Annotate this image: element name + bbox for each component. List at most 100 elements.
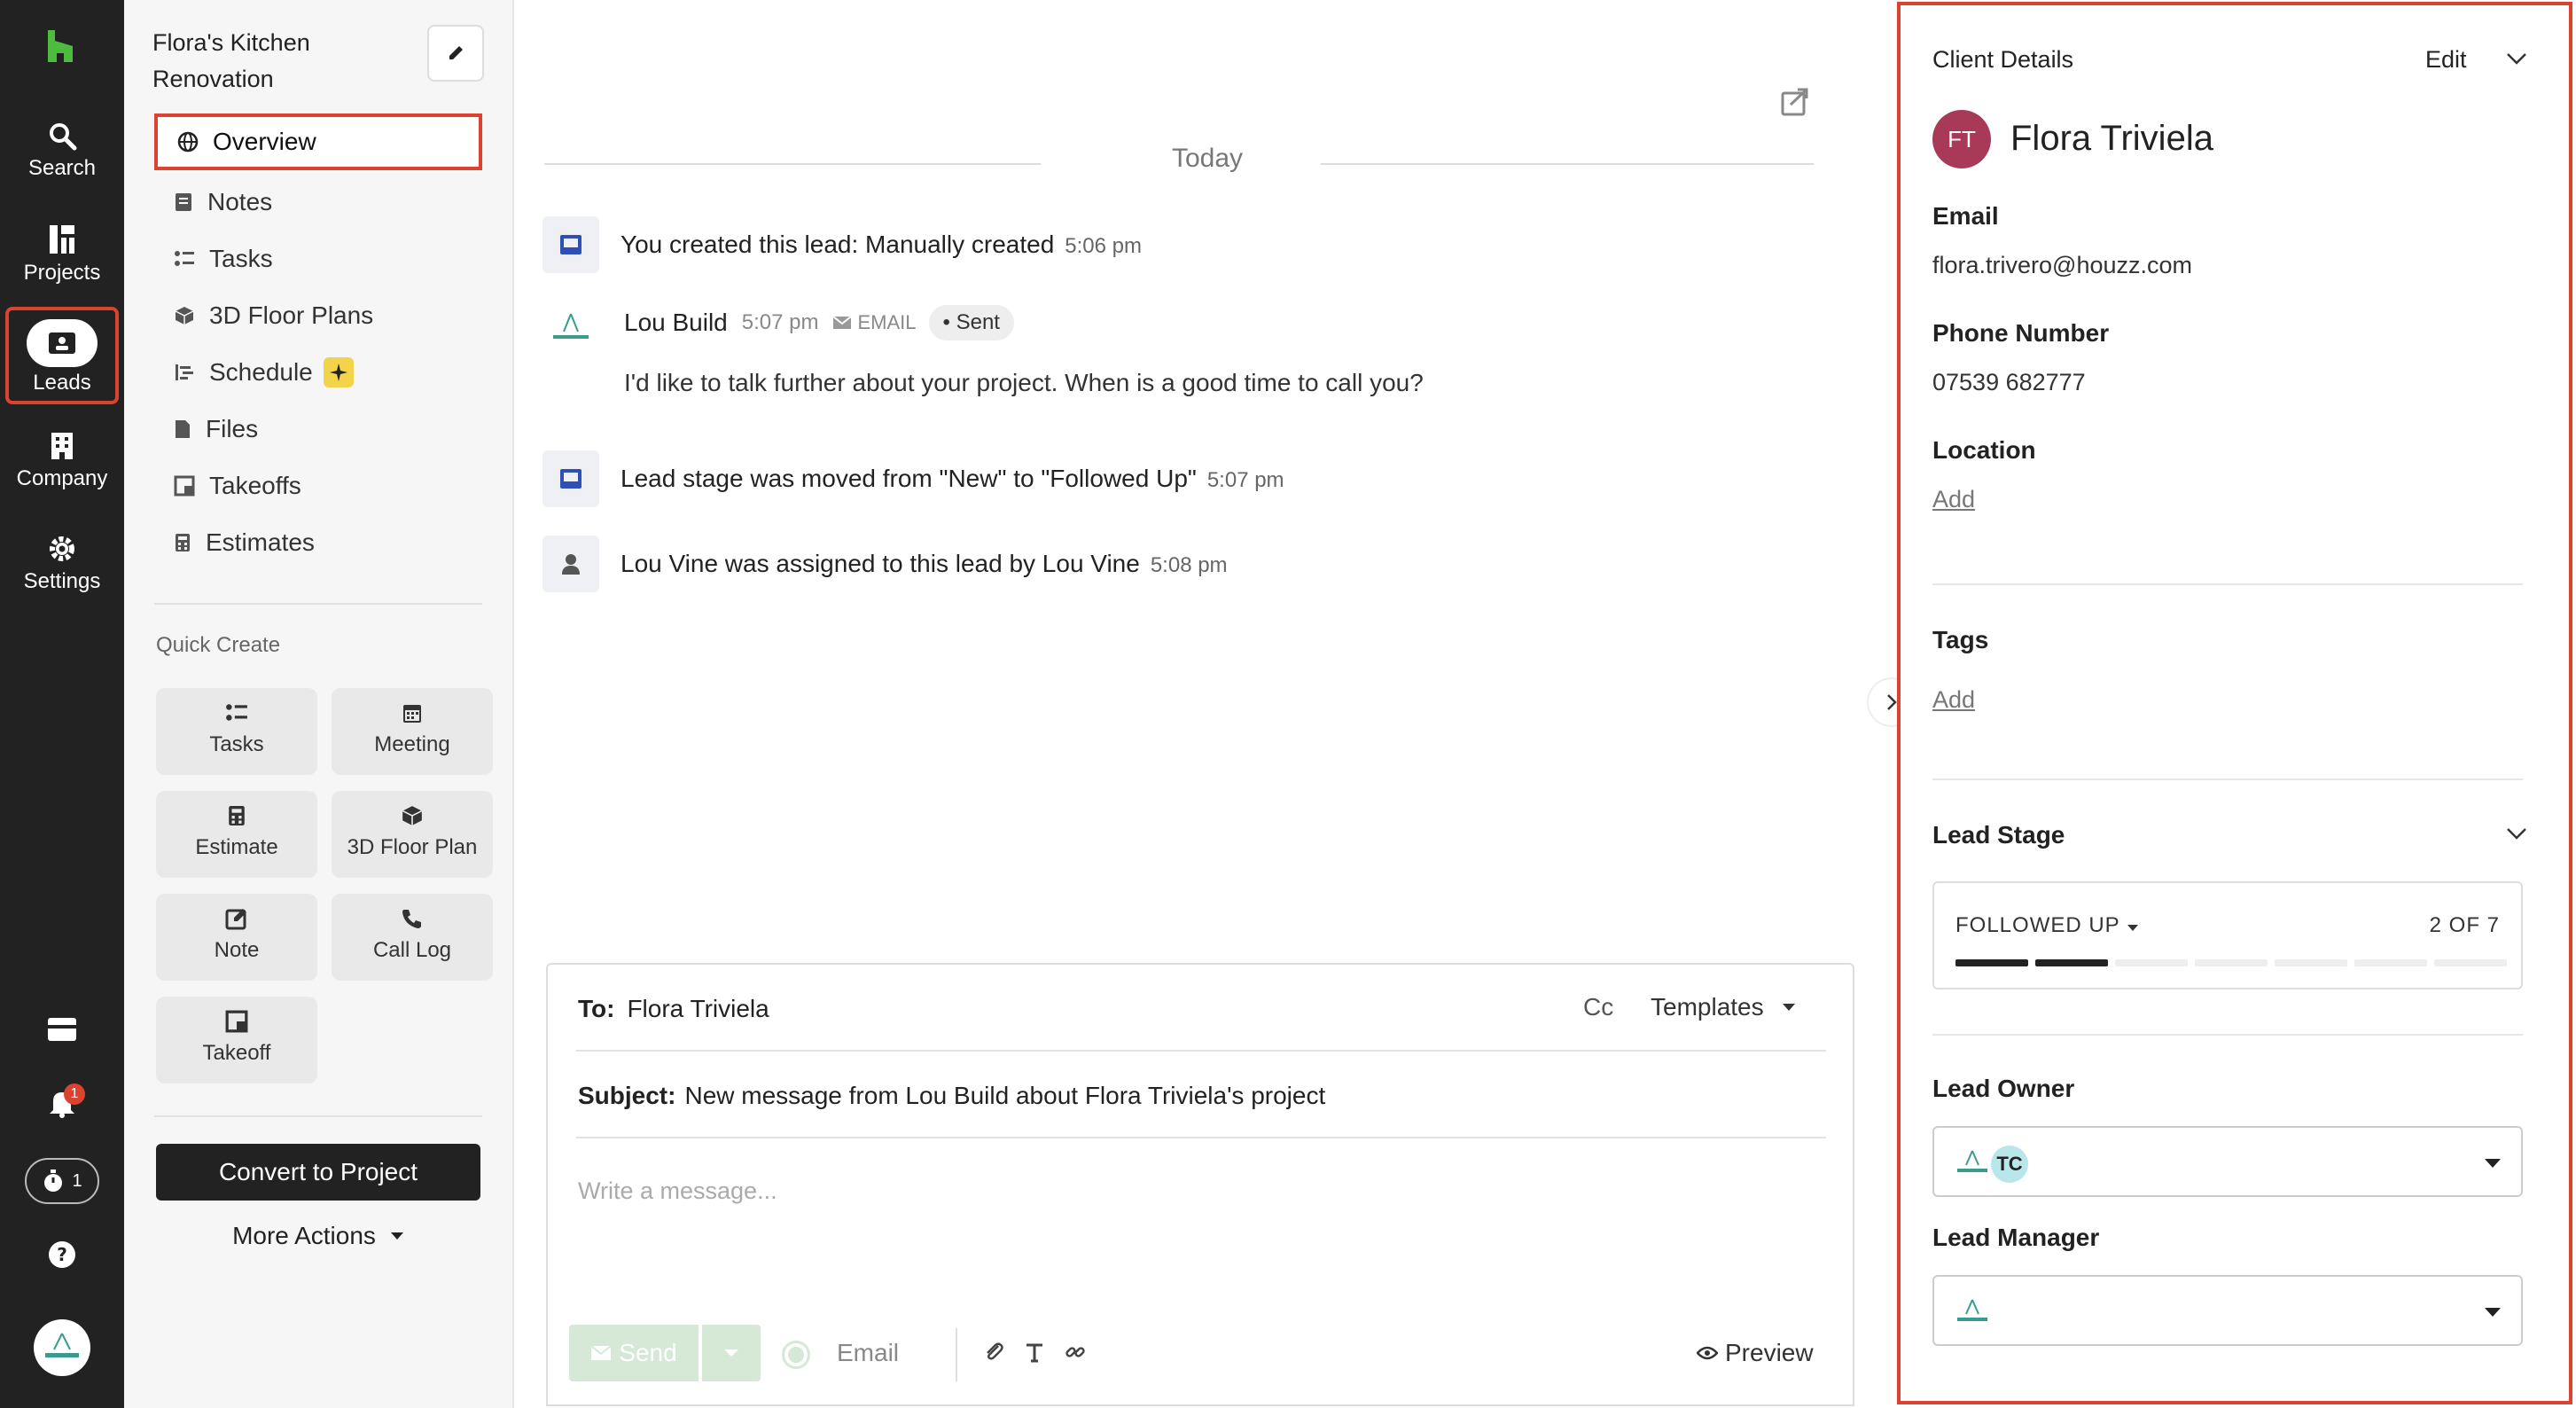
preview-button[interactable]: Preview: [1697, 1339, 1814, 1367]
nav-estimates[interactable]: Estimates: [154, 514, 482, 571]
activity-item: Lou Vine was assigned to this lead by Lo…: [621, 550, 1228, 578]
templates-label: Templates: [1651, 993, 1764, 1021]
message-channel: EMAIL: [832, 311, 917, 334]
inbox-icon: [48, 1018, 76, 1041]
help-icon: ?: [49, 1241, 75, 1268]
nav-files[interactable]: Files: [154, 401, 482, 458]
message-body: I'd like to talk further about your proj…: [624, 369, 1424, 396]
subject-field[interactable]: Subject: New message from Lou Build about…: [578, 1082, 1325, 1110]
quick-create-meeting-label: Meeting: [374, 732, 450, 756]
caret-down-icon: [390, 1232, 403, 1240]
email-value[interactable]: flora.trivero@houzz.com: [1932, 252, 2192, 279]
send-button[interactable]: Send: [569, 1325, 699, 1381]
tasks-icon: [175, 251, 194, 266]
text-format-button[interactable]: [1021, 1339, 1048, 1365]
projects-icon: [50, 225, 74, 254]
inbox-button[interactable]: [0, 1016, 124, 1047]
stage-progress-segment: [2354, 959, 2427, 966]
rail-search-label: Search: [27, 156, 97, 180]
send-options-button[interactable]: [702, 1325, 761, 1381]
to-row[interactable]: To: Flora Triviela: [578, 995, 769, 1023]
nav-estimates-label: Estimates: [206, 528, 315, 556]
left-rail: Search Projects Leads Company Settings 1…: [0, 0, 124, 1408]
nav-3d-floor-plans[interactable]: 3D Floor Plans: [154, 287, 482, 344]
nav-takeoffs[interactable]: Takeoffs: [154, 458, 482, 514]
timer-button[interactable]: 1: [0, 1158, 124, 1204]
inbox-icon: [560, 469, 582, 489]
panel-divider: [1932, 1034, 2523, 1036]
company-icon: [51, 433, 73, 459]
quick-create-call-log[interactable]: Call Log: [332, 894, 493, 981]
rail-search[interactable]: Search: [0, 121, 124, 181]
templates-dropdown[interactable]: Templates: [1651, 993, 1796, 1021]
insert-link-button[interactable]: [1062, 1339, 1089, 1365]
export-icon[interactable]: [1780, 87, 1810, 117]
activity-item: Lead stage was moved from "New" to "Foll…: [621, 465, 1284, 493]
quick-create-estimate[interactable]: Estimate: [156, 791, 317, 878]
quick-create-takeoff[interactable]: Takeoff: [156, 997, 317, 1083]
convert-to-project-button[interactable]: Convert to Project: [156, 1144, 480, 1201]
caret-down-icon: [724, 1349, 738, 1357]
gear-icon: [50, 536, 74, 561]
lead-owner-select[interactable]: TC: [1932, 1126, 2523, 1197]
stage-progress-segment: [1955, 959, 2028, 966]
rail-settings[interactable]: Settings: [0, 534, 124, 594]
add-location-link[interactable]: Add: [1932, 486, 1975, 513]
leads-icon: [27, 319, 98, 367]
message-channel-label: EMAIL: [857, 311, 917, 333]
message-sender: Lou Build: [624, 309, 728, 336]
calculator-icon: [176, 534, 190, 551]
lead-manager-select[interactable]: [1932, 1275, 2523, 1346]
date-divider-line: [1321, 163, 1814, 165]
nav-tasks[interactable]: Tasks: [154, 231, 482, 287]
quick-create-tasks[interactable]: Tasks: [156, 688, 317, 775]
quick-create-note[interactable]: Note: [156, 894, 317, 981]
nav-3d-floor-plans-label: 3D Floor Plans: [209, 301, 374, 329]
rail-company[interactable]: Company: [0, 431, 124, 491]
nav-notes[interactable]: Notes: [154, 174, 482, 231]
edit-client-button[interactable]: Edit: [2425, 46, 2467, 74]
message-header: Lou Build 5:07 pm EMAIL • Sent: [624, 305, 1014, 340]
owner-avatar: TC: [1991, 1146, 2028, 1183]
rail-projects[interactable]: Projects: [0, 223, 124, 286]
email-label: Email: [1932, 202, 1999, 230]
quick-create-3d-floor-plan[interactable]: 3D Floor Plan: [332, 791, 493, 878]
email-icon: [590, 1345, 612, 1360]
paperclip-icon: [987, 1342, 1003, 1360]
cc-button[interactable]: Cc: [1583, 993, 1613, 1021]
email-channel-radio[interactable]: [782, 1341, 810, 1369]
svg-text:?: ?: [57, 1244, 67, 1265]
nav-divider: [154, 1115, 482, 1117]
lead-stage-selector[interactable]: FOLLOWED UP 2 OF 7: [1932, 881, 2523, 990]
chevron-down-icon[interactable]: [2505, 51, 2528, 66]
nav-overview[interactable]: Overview: [154, 113, 482, 170]
phone-value[interactable]: 07539 682777: [1932, 369, 2086, 396]
add-tags-link[interactable]: Add: [1932, 686, 1975, 714]
more-actions-button[interactable]: More Actions: [156, 1215, 480, 1257]
cube-icon: [402, 806, 423, 825]
email-icon: [832, 316, 853, 329]
nav-overview-label: Overview: [213, 128, 316, 155]
chevron-down-icon[interactable]: [2505, 826, 2528, 841]
user-avatar[interactable]: [0, 1319, 124, 1376]
attach-button[interactable]: [980, 1339, 1007, 1365]
stage-progress-segment: [2035, 959, 2108, 966]
message-status-badge: • Sent: [928, 305, 1014, 340]
houzz-logo-icon[interactable]: [43, 28, 78, 64]
stage-name: FOLLOWED UP: [1955, 913, 2139, 938]
nav-schedule[interactable]: Schedule: [154, 344, 482, 401]
notification-badge: 1: [64, 1083, 85, 1105]
nav-notes-label: Notes: [207, 188, 273, 215]
help-button[interactable]: ?: [0, 1240, 124, 1274]
caret-down-icon: [1782, 1004, 1795, 1011]
edit-project-button[interactable]: [427, 25, 484, 82]
message-input[interactable]: Write a message...: [578, 1177, 777, 1205]
notifications-button[interactable]: 1: [0, 1083, 124, 1123]
project-nav: Flora's Kitchen Renovation Overview Note…: [124, 0, 514, 1408]
project-title: Flora's Kitchen Renovation: [152, 29, 310, 92]
stage-progress-segment: [2434, 959, 2507, 966]
quick-create-meeting[interactable]: Meeting: [332, 688, 493, 775]
activity-item: You created this lead: Manually created 5…: [621, 231, 1142, 259]
richardson-logo-icon: [45, 1333, 79, 1357]
rail-leads[interactable]: Leads: [5, 307, 119, 404]
